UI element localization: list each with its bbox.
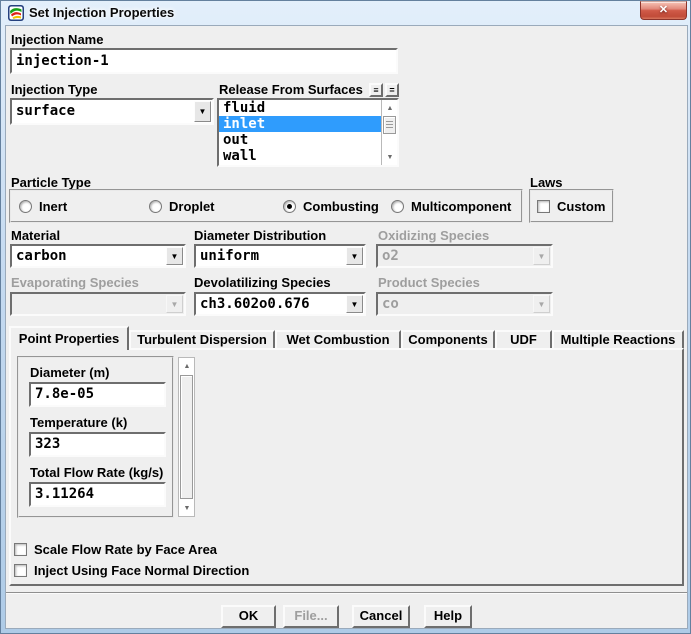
list-item-out[interactable]: out xyxy=(219,132,381,148)
scroll-up-icon[interactable]: ▲ xyxy=(383,101,397,115)
injection-name-input[interactable]: injection-1 xyxy=(10,48,398,74)
radio-selected-icon xyxy=(283,200,296,213)
chevron-down-icon: ▼ xyxy=(533,295,550,313)
window-title: Set Injection Properties xyxy=(29,1,174,24)
list-scrollbar-thumb[interactable] xyxy=(383,116,396,134)
tab-turbulent-dispersion[interactable]: Turbulent Dispersion xyxy=(129,330,275,348)
close-icon: ✕ xyxy=(659,4,668,16)
list-item-wall[interactable]: wall xyxy=(219,148,381,164)
injection-type-dropdown[interactable]: surface ▼ xyxy=(10,98,214,125)
evaporating-species-label: Evaporating Species xyxy=(11,275,139,290)
tab-wet-combustion[interactable]: Wet Combustion xyxy=(275,330,401,348)
chevron-down-icon: ▼ xyxy=(166,295,183,313)
custom-laws-checkbox[interactable]: Custom xyxy=(537,198,605,214)
radio-droplet[interactable]: Droplet xyxy=(149,198,215,214)
diameter-distribution-value: uniform xyxy=(200,246,259,266)
tab-components[interactable]: Components xyxy=(401,330,495,348)
diameter-distribution-label: Diameter Distribution xyxy=(194,228,326,243)
chevron-down-icon[interactable]: ▼ xyxy=(194,101,211,122)
oxidizing-species-label: Oxidizing Species xyxy=(378,228,489,243)
chevron-down-icon: ▼ xyxy=(533,247,550,265)
inject-face-normal-label: Inject Using Face Normal Direction xyxy=(34,563,249,578)
radio-inert-label: Inert xyxy=(39,199,67,214)
release-surfaces-label: Release From Surfaces xyxy=(219,82,363,97)
titlebar[interactable]: Set Injection Properties ✕ xyxy=(1,1,690,25)
radio-multicomponent-label: Multicomponent xyxy=(411,199,511,214)
release-surfaces-list: fluid inlet out wall xyxy=(219,100,381,165)
list-item-inlet-selected[interactable]: inlet xyxy=(219,116,381,132)
list-scrollbar[interactable]: ▲ ▼ xyxy=(381,100,397,165)
radio-combusting[interactable]: Combusting xyxy=(283,198,379,214)
ok-button[interactable]: OK xyxy=(221,605,276,628)
radio-multicomponent[interactable]: Multicomponent xyxy=(391,198,511,214)
custom-laws-label: Custom xyxy=(557,199,605,214)
injection-type-label: Injection Type xyxy=(11,82,97,97)
list-item-fluid[interactable]: fluid xyxy=(219,100,381,116)
file-button[interactable]: File... xyxy=(283,605,339,628)
release-surfaces-listbox: fluid inlet out wall ▲ ▼ xyxy=(217,98,399,167)
injection-type-value: surface xyxy=(16,100,75,123)
product-species-label: Product Species xyxy=(378,275,480,290)
fluent-app-icon xyxy=(8,5,24,21)
tab-point-properties[interactable]: Point Properties xyxy=(9,326,129,350)
equals-icon: = xyxy=(389,85,394,95)
material-label: Material xyxy=(11,228,60,243)
material-dropdown[interactable]: carbon ▼ xyxy=(10,244,186,268)
injection-name-label: Injection Name xyxy=(11,32,103,47)
temperature-label: Temperature (k) xyxy=(30,415,127,430)
help-button[interactable]: Help xyxy=(424,605,472,628)
close-button[interactable]: ✕ xyxy=(640,1,687,20)
lines-icon: ≡ xyxy=(373,85,378,95)
checkbox-icon xyxy=(537,200,550,213)
checkbox-icon xyxy=(14,543,27,556)
scrollbar-grip-icon xyxy=(386,121,393,129)
oxidizing-species-value: o2 xyxy=(382,246,399,266)
product-species-value: co xyxy=(382,294,399,314)
chevron-down-icon[interactable]: ▼ xyxy=(346,295,363,313)
inject-face-normal-checkbox[interactable]: Inject Using Face Normal Direction xyxy=(14,562,249,578)
total-flow-rate-input[interactable]: 3.11264 xyxy=(29,482,166,507)
radio-droplet-label: Droplet xyxy=(169,199,215,214)
list-singleselect-button[interactable]: = xyxy=(385,83,399,97)
devolatilizing-species-label: Devolatilizing Species xyxy=(194,275,331,290)
tab-udf[interactable]: UDF xyxy=(495,330,552,348)
scroll-down-icon[interactable]: ▼ xyxy=(383,150,397,164)
radio-icon xyxy=(19,200,32,213)
diameter-input[interactable]: 7.8e-05 xyxy=(29,382,166,407)
oxidizing-species-dropdown: o2 ▼ xyxy=(376,244,553,268)
scale-flow-rate-checkbox[interactable]: Scale Flow Rate by Face Area xyxy=(14,541,217,557)
button-separator xyxy=(6,592,687,594)
particle-type-label: Particle Type xyxy=(11,175,91,190)
chevron-down-icon[interactable]: ▼ xyxy=(166,247,183,265)
list-multiselect-button[interactable]: ≡ xyxy=(369,83,383,97)
temperature-input[interactable]: 323 xyxy=(29,432,166,457)
diameter-distribution-dropdown[interactable]: uniform ▼ xyxy=(194,244,366,268)
material-value: carbon xyxy=(16,246,67,266)
devolatilizing-species-dropdown[interactable]: ch3.602o0.676 ▼ xyxy=(194,292,366,316)
scroll-up-icon[interactable]: ▲ xyxy=(180,359,194,373)
product-species-dropdown: co ▼ xyxy=(376,292,553,316)
laws-label: Laws xyxy=(530,175,563,190)
radio-icon xyxy=(391,200,404,213)
point-properties-scrollbar[interactable]: ▲ ▼ xyxy=(178,357,195,517)
total-flow-rate-label: Total Flow Rate (kg/s) xyxy=(30,465,163,480)
radio-combusting-label: Combusting xyxy=(303,199,379,214)
radio-inert[interactable]: Inert xyxy=(19,198,67,214)
tab-multiple-reactions[interactable]: Multiple Reactions xyxy=(552,330,684,348)
set-injection-properties-dialog: Set Injection Properties ✕ Injection Nam… xyxy=(0,0,691,634)
radio-icon xyxy=(149,200,162,213)
cancel-button[interactable]: Cancel xyxy=(352,605,410,628)
scale-flow-rate-label: Scale Flow Rate by Face Area xyxy=(34,542,217,557)
scrollbar-thumb[interactable] xyxy=(180,375,193,499)
devolatilizing-species-value: ch3.602o0.676 xyxy=(200,294,310,314)
scroll-down-icon[interactable]: ▼ xyxy=(180,501,194,515)
chevron-down-icon[interactable]: ▼ xyxy=(346,247,363,265)
evaporating-species-dropdown: ▼ xyxy=(10,292,186,316)
checkbox-icon xyxy=(14,564,27,577)
diameter-label: Diameter (m) xyxy=(30,365,109,380)
